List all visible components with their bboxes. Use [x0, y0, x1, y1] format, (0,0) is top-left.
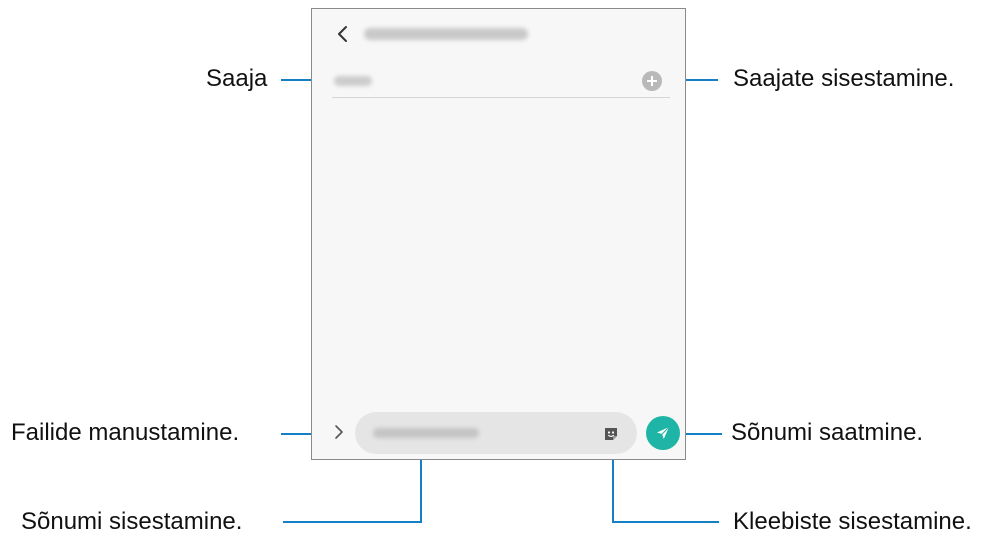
recipient-underline [332, 97, 670, 98]
message-input[interactable] [355, 412, 637, 454]
send-icon [657, 426, 670, 439]
conversation-title-blurred [364, 28, 528, 40]
label-add-recipients: Saajate sisestamine. [733, 65, 955, 92]
label-enter-stickers: Kleebiste sisestamine. [733, 508, 972, 535]
expand-icon[interactable] [332, 422, 346, 442]
label-recipient: Saaja [206, 65, 268, 92]
add-recipient-icon[interactable] [642, 71, 662, 91]
recipient-field-blurred[interactable] [334, 76, 372, 86]
back-icon[interactable] [334, 23, 352, 45]
send-button[interactable] [646, 416, 680, 450]
label-attach-files: Failide manustamine. [11, 419, 240, 446]
label-send-message: Sõnumi saatmine. [731, 419, 924, 446]
label-enter-message: Sõnumi sisestamine. [21, 508, 243, 535]
phone-screen [311, 8, 686, 460]
sticker-icon[interactable] [603, 426, 619, 442]
message-placeholder-blurred [373, 428, 479, 438]
